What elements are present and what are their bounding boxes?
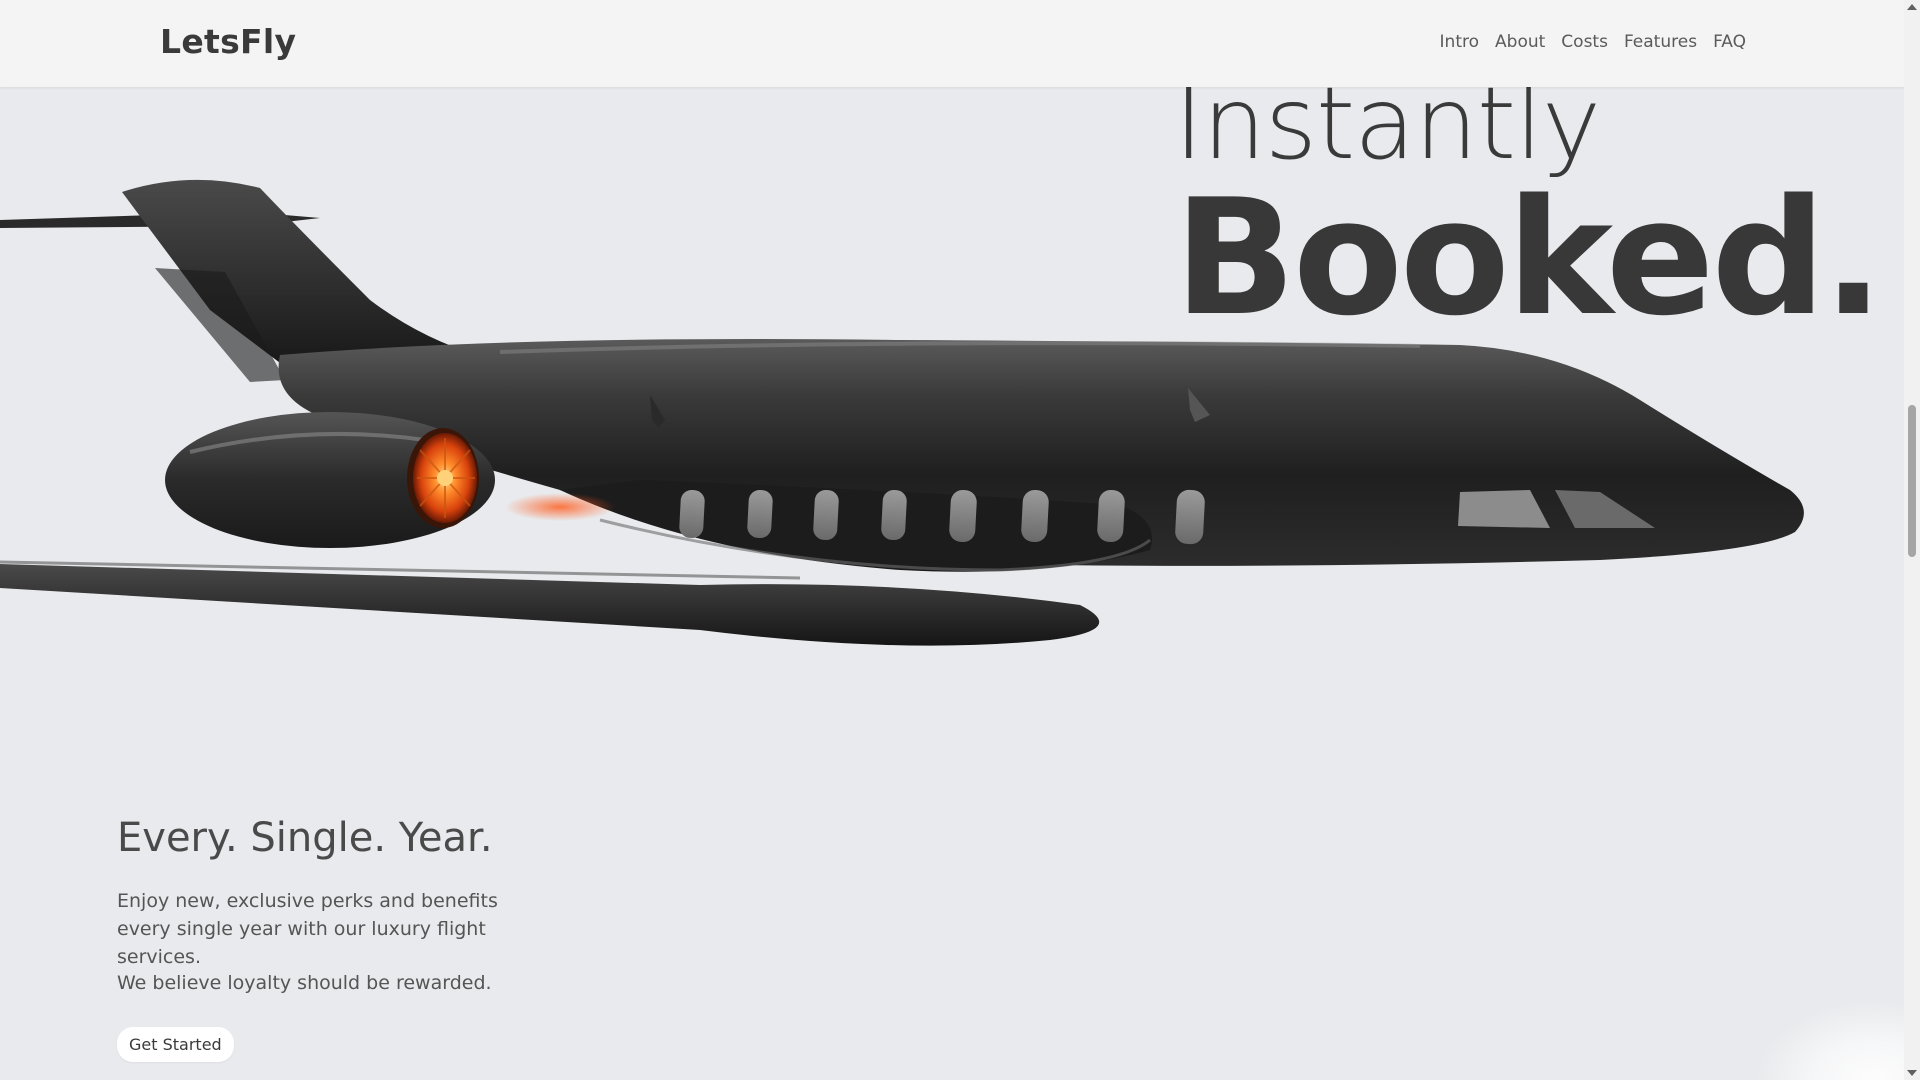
- nav-faq-link[interactable]: FAQ: [1713, 32, 1746, 52]
- scroll-down-arrow-icon[interactable]: [1907, 1070, 1917, 1076]
- section-title: Every. Single. Year.: [117, 815, 493, 861]
- nav-costs-link[interactable]: Costs: [1561, 32, 1608, 52]
- vertical-scrollbar[interactable]: [1904, 0, 1920, 1080]
- main-nav: Intro About Costs Features FAQ: [1440, 32, 1746, 52]
- cloud-decoration: [1754, 1000, 1904, 1080]
- brand-logo[interactable]: LetsFly: [160, 22, 296, 61]
- scroll-thumb[interactable]: [1908, 405, 1916, 557]
- scroll-up-arrow-icon[interactable]: [1907, 4, 1917, 10]
- section-description: Enjoy new, exclusive perks and benefits …: [117, 890, 498, 968]
- nav-about-link[interactable]: About: [1495, 32, 1545, 52]
- nav-intro-link[interactable]: Intro: [1440, 32, 1479, 52]
- get-started-button[interactable]: Get Started: [117, 1027, 234, 1062]
- section-tagline: We believe loyalty should be rewarded.: [117, 972, 492, 994]
- hero-headline-bold: Booked.: [1174, 164, 1884, 351]
- hero-headline-light: Instantly: [1174, 65, 1601, 182]
- nav-features-link[interactable]: Features: [1624, 32, 1697, 52]
- page: LetsFly Intro About Costs Features FAQ I…: [0, 0, 1920, 1080]
- top-navbar: LetsFly Intro About Costs Features FAQ: [0, 0, 1904, 87]
